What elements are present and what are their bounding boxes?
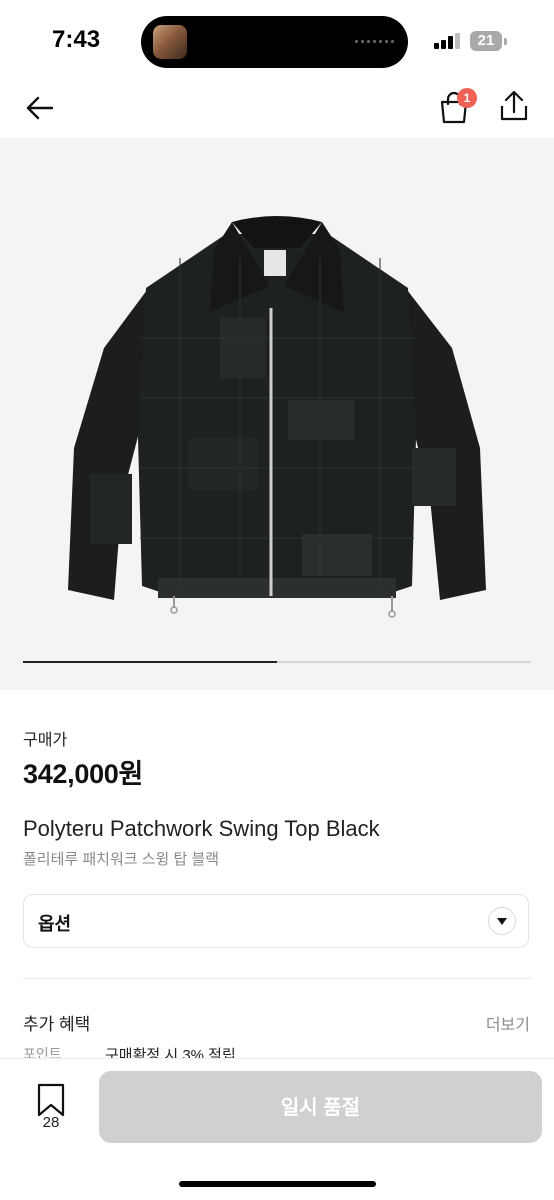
status-time: 7:43 [52, 26, 101, 53]
now-playing-thumbnail [153, 25, 187, 59]
benefits-more-link[interactable]: 더보기 [486, 1011, 530, 1035]
back-arrow-icon[interactable] [22, 90, 58, 126]
audio-waveform-icon [355, 40, 394, 43]
option-select[interactable]: 옵션 [23, 894, 529, 948]
carousel-progress [23, 661, 531, 663]
cellular-signal-icon [434, 33, 460, 49]
battery-icon: 21 [470, 31, 502, 51]
home-indicator [179, 1181, 376, 1187]
product-price: 342,000원 [23, 759, 144, 789]
top-nav: 1 [0, 80, 554, 138]
product-name-korean: 폴리테루 패치워크 스윙 탑 블랙 [23, 851, 220, 868]
jacket-illustration [68, 216, 486, 618]
benefits-title: 추가 혜택 [23, 1015, 91, 1034]
price-label: 구매가 [23, 732, 68, 749]
status-bar: 7:43 21 [0, 0, 554, 80]
product-image[interactable] [0, 138, 554, 690]
carousel-progress-fill [23, 661, 277, 663]
bottom-action-bar: 28 일시 품절 [0, 1058, 554, 1200]
chevron-down-icon[interactable] [488, 907, 516, 935]
benefit-row: 포인트 구매확정 시 3% 적립 [23, 1044, 531, 1058]
share-icon[interactable] [496, 88, 532, 124]
option-label: 옵션 [38, 914, 72, 934]
battery-cap [504, 38, 507, 45]
cart-count-badge: 1 [457, 88, 477, 108]
dynamic-island [141, 16, 408, 68]
benefit-row-value: 구매확정 시 3% 적립 [105, 1047, 236, 1058]
benefit-row-key: 포인트 [23, 1046, 62, 1058]
section-divider [23, 978, 531, 979]
bookmark-count: 28 [42, 1114, 60, 1131]
product-name-english: Polyteru Patchwork Swing Top Black [23, 816, 380, 841]
sold-out-button[interactable]: 일시 품절 [99, 1071, 542, 1143]
